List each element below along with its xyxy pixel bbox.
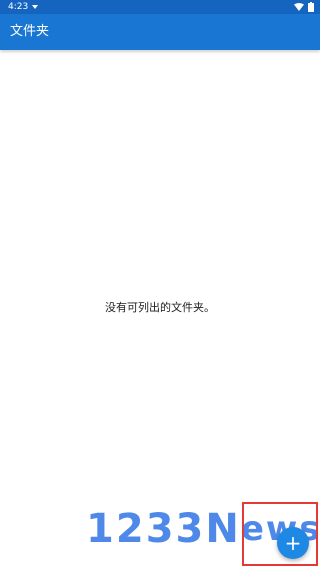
watermark-char: 1 xyxy=(86,506,114,552)
status-time: 4:23 xyxy=(8,2,29,12)
app-bar: 文件夹 xyxy=(0,14,320,50)
watermark-char: 3 xyxy=(145,506,174,552)
watermark-char: 3 xyxy=(175,506,204,552)
page-title: 文件夹 xyxy=(10,24,50,39)
download-arrow-icon xyxy=(32,5,38,9)
empty-state-message: 没有可列出的文件夹。 xyxy=(105,301,215,314)
screen: 4:23 文件夹 没有可列出的文件夹。 1 2 3 3 N e w s + xyxy=(0,0,320,568)
watermark-char: 2 xyxy=(115,506,144,552)
wifi-icon xyxy=(294,3,304,11)
highlight-box xyxy=(242,502,318,566)
status-bar: 4:23 xyxy=(0,0,320,14)
battery-icon xyxy=(308,2,314,12)
watermark-char: N xyxy=(205,506,239,552)
